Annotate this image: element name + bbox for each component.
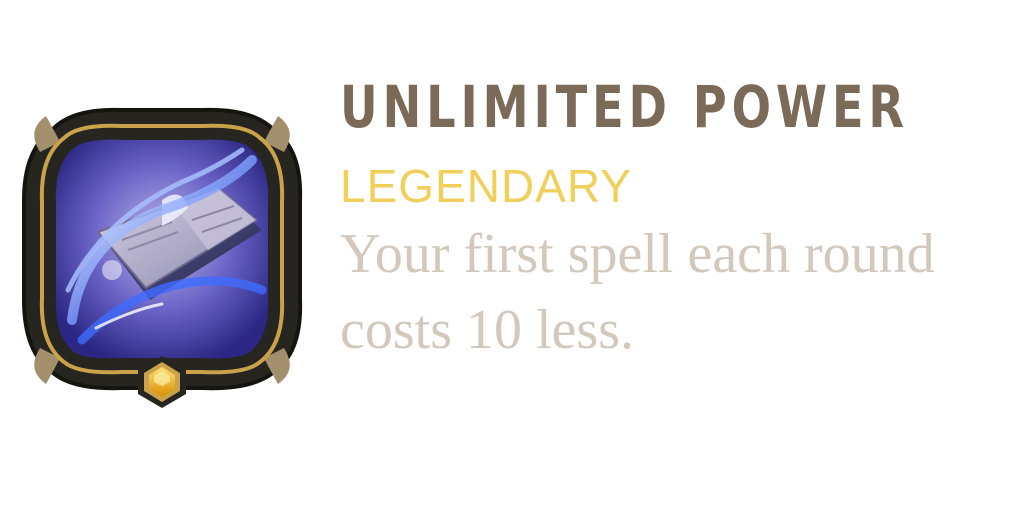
spellbook-icon xyxy=(22,107,303,408)
augment-card[interactable]: UNLIMITED POWER LEGENDARY Your first spe… xyxy=(0,0,1024,512)
augment-rarity: LEGENDARY xyxy=(340,160,632,212)
augment-title: UNLIMITED POWER xyxy=(340,73,909,141)
augment-text: UNLIMITED POWER LEGENDARY Your first spe… xyxy=(340,64,1012,368)
augment-description: Your first spell each round costs 10 les… xyxy=(340,223,935,361)
augment-badge xyxy=(12,90,312,410)
